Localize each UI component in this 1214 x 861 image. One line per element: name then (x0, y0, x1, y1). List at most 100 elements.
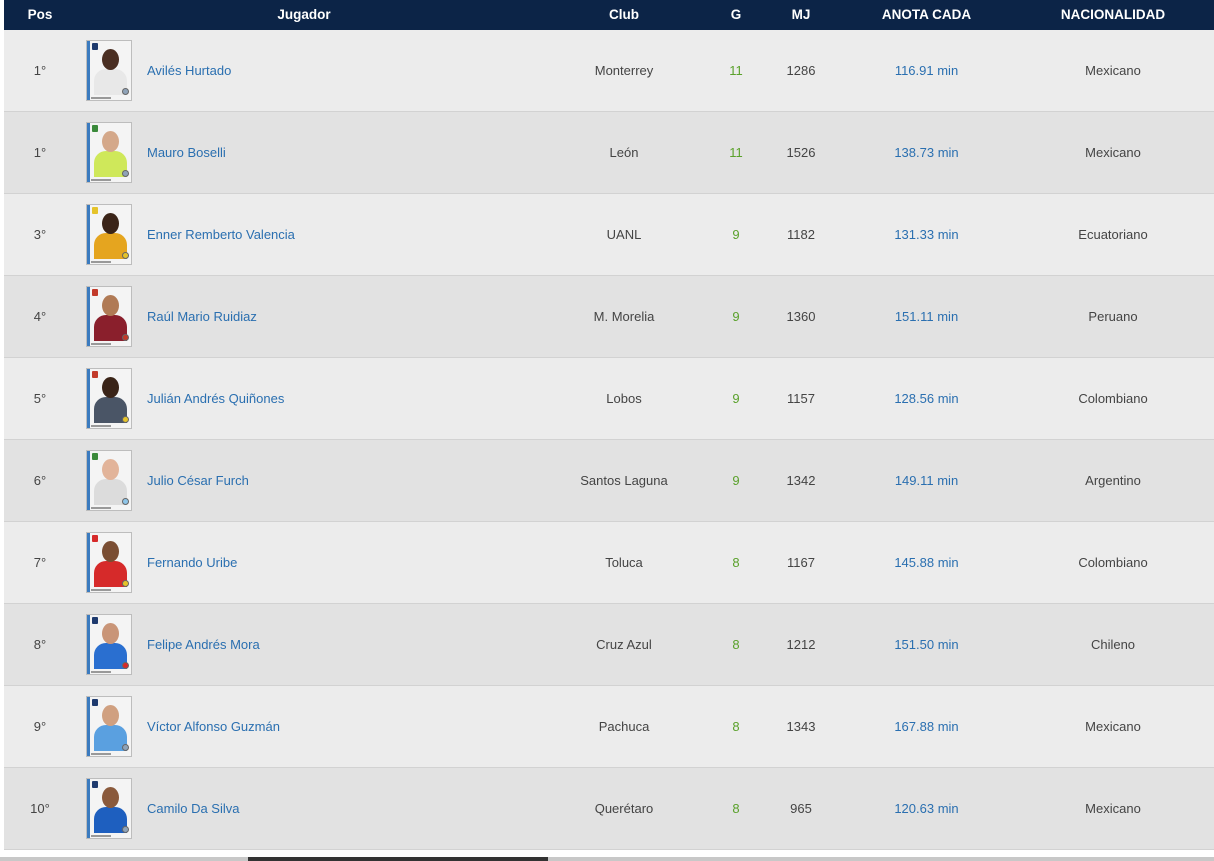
player-cell: Mauro Boselli (84, 112, 544, 193)
card-stripe (87, 697, 90, 756)
table-row: 9° Víctor Alfonso Guzmán Pachuca 8 1343 … (4, 686, 1214, 768)
player-photo[interactable] (86, 286, 132, 347)
flag-icon (122, 498, 129, 505)
header-pos[interactable]: Pos (4, 0, 76, 30)
scrollbar-thumb[interactable] (248, 857, 548, 861)
goals: 9 (732, 473, 740, 488)
header-anota-cada[interactable]: ANOTA CADA (834, 0, 1019, 30)
player-photo[interactable] (86, 696, 132, 757)
player-photo[interactable] (86, 368, 132, 429)
position: 10° (30, 801, 50, 816)
club: Santos Laguna (580, 473, 668, 488)
nationality: Colombiano (1078, 555, 1148, 570)
header-mj[interactable]: MJ (768, 0, 834, 30)
player-name-link[interactable]: Raúl Mario Ruidiaz (147, 276, 257, 357)
header-goals[interactable]: G (704, 0, 768, 30)
table-row: 3° Enner Remberto Valencia UANL 9 1182 1… (4, 194, 1214, 276)
scores-every: 128.56 min (894, 391, 959, 406)
position: 8° (33, 637, 47, 652)
player-photo[interactable] (86, 532, 132, 593)
player-cell: Julio César Furch (84, 440, 544, 521)
player-photo[interactable] (86, 614, 132, 675)
player-cell: Avilés Hurtado (84, 30, 544, 111)
player-head (102, 787, 119, 808)
nationality: Mexicano (1085, 719, 1141, 734)
minutes-played: 965 (790, 801, 812, 816)
goals: 11 (729, 63, 743, 78)
flag-icon (122, 88, 129, 95)
card-caption (91, 671, 111, 673)
player-head (102, 131, 119, 152)
goals: 8 (732, 801, 740, 816)
card-stripe (87, 615, 90, 674)
card-stripe (87, 451, 90, 510)
player-photo[interactable] (86, 204, 132, 265)
club: Lobos (606, 391, 642, 406)
flag-icon (122, 744, 129, 751)
nationality: Argentino (1085, 473, 1141, 488)
club: León (609, 145, 639, 160)
player-head (102, 459, 119, 480)
player-photo[interactable] (86, 122, 132, 183)
scores-every: 116.91 min (894, 63, 959, 78)
header-nacionalidad[interactable]: NACIONALIDAD (1019, 0, 1207, 30)
minutes-played: 1526 (786, 145, 816, 160)
player-name-link[interactable]: Julio César Furch (147, 440, 249, 521)
player-name-link[interactable]: Víctor Alfonso Guzmán (147, 686, 280, 767)
player-name-link[interactable]: Camilo Da Silva (147, 768, 239, 849)
header-jugador[interactable]: Jugador (84, 0, 524, 30)
player-cell: Víctor Alfonso Guzmán (84, 686, 544, 767)
player-name-link[interactable]: Fernando Uribe (147, 522, 237, 603)
table-row: 4° Raúl Mario Ruidiaz M. Morelia 9 1360 … (4, 276, 1214, 358)
nationality: Ecuatoriano (1078, 227, 1148, 242)
scores-every: 151.50 min (894, 637, 959, 652)
table-header: Pos Jugador Club G MJ ANOTA CADA NACIONA… (4, 0, 1214, 30)
nationality: Chileno (1090, 637, 1136, 652)
player-name-link[interactable]: Mauro Boselli (147, 112, 226, 193)
card-stripe (87, 287, 90, 346)
card-caption (91, 97, 111, 99)
table-row: 6° Julio César Furch Santos Laguna 9 134… (4, 440, 1214, 522)
flag-icon (122, 252, 129, 259)
goals: 9 (732, 309, 740, 324)
player-photo[interactable] (86, 40, 132, 101)
flag-icon (122, 416, 129, 423)
nationality: Peruano (1088, 309, 1138, 324)
club: Toluca (605, 555, 643, 570)
nationality: Mexicano (1085, 63, 1141, 78)
player-photo[interactable] (86, 778, 132, 839)
nationality: Mexicano (1085, 145, 1141, 160)
player-name-link[interactable]: Felipe Andrés Mora (147, 604, 260, 685)
horizontal-scrollbar[interactable] (0, 857, 1214, 861)
nationality: Mexicano (1085, 801, 1141, 816)
header-club[interactable]: Club (544, 0, 704, 30)
club-badge-icon (92, 699, 98, 706)
table-row: 7° Fernando Uribe Toluca 8 1167 145.88 m… (4, 522, 1214, 604)
player-name-link[interactable]: Avilés Hurtado (147, 30, 231, 111)
player-cell: Raúl Mario Ruidiaz (84, 276, 544, 357)
table-row: 8° Felipe Andrés Mora Cruz Azul 8 1212 1… (4, 604, 1214, 686)
club-badge-icon (92, 43, 98, 50)
position: 9° (33, 719, 47, 734)
card-caption (91, 261, 111, 263)
player-name-link[interactable]: Julián Andrés Quiñones (147, 358, 284, 439)
card-stripe (87, 205, 90, 264)
scores-every: 167.88 min (894, 719, 959, 734)
card-caption (91, 425, 111, 427)
position: 1° (33, 145, 47, 160)
goals: 8 (732, 637, 740, 652)
club-badge-icon (92, 125, 98, 132)
scores-every: 138.73 min (894, 145, 959, 160)
player-head (102, 623, 119, 644)
player-photo[interactable] (86, 450, 132, 511)
scores-every: 131.33 min (894, 227, 959, 242)
table-body: 1° Avilés Hurtado Monterrey 11 1286 116.… (4, 30, 1214, 850)
player-cell: Enner Remberto Valencia (84, 194, 544, 275)
player-name-link[interactable]: Enner Remberto Valencia (147, 194, 295, 275)
card-stripe (87, 41, 90, 100)
card-caption (91, 753, 111, 755)
flag-icon (122, 826, 129, 833)
goals: 9 (732, 391, 740, 406)
flag-icon (122, 334, 129, 341)
minutes-played: 1212 (786, 637, 816, 652)
